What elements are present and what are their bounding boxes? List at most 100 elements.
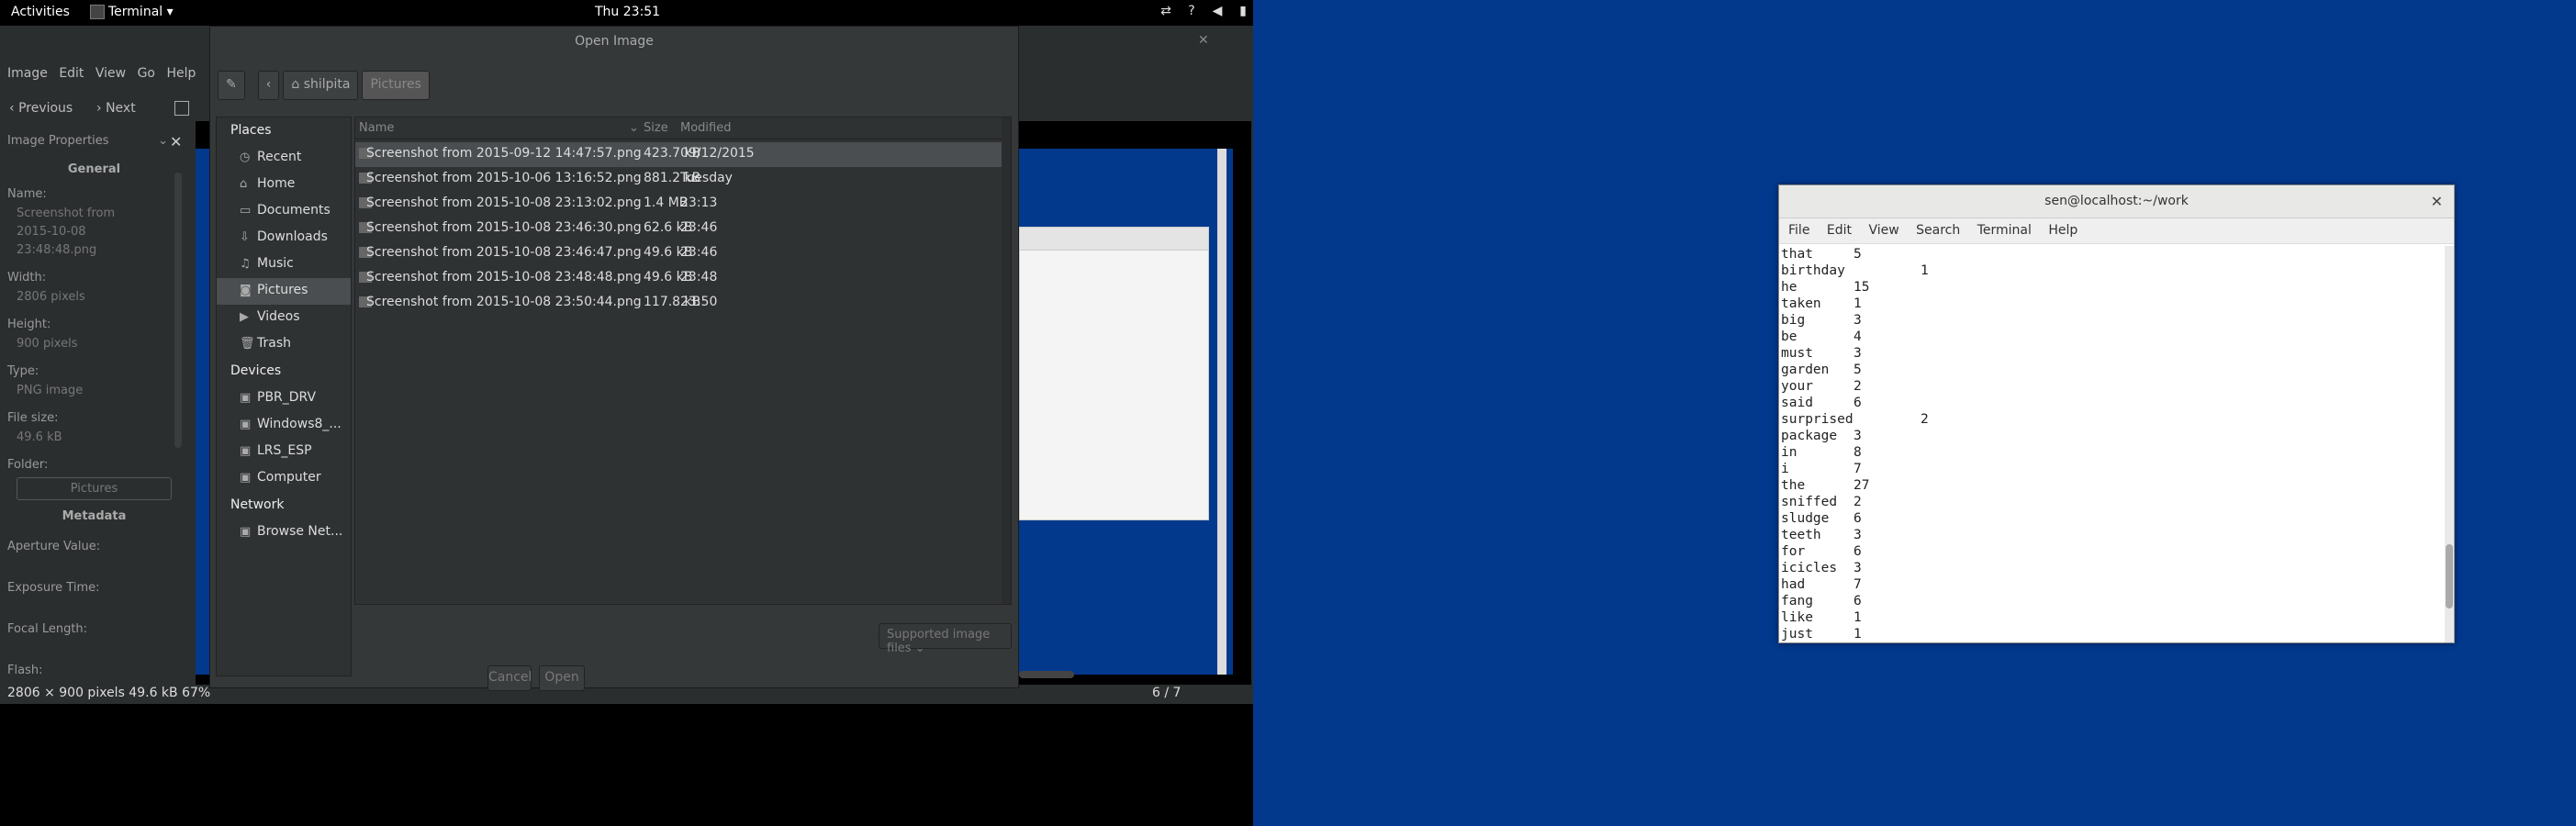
terminal-count: 1 xyxy=(1854,610,1862,625)
device-item[interactable]: ▣ Computer xyxy=(217,465,351,492)
column-modified[interactable]: Modified xyxy=(680,121,731,135)
file-row[interactable]: Screenshot from 2015-10-08 23:50:44.png 1… xyxy=(355,291,1011,316)
menu-image[interactable]: Image xyxy=(7,62,48,81)
terminal-menu-help[interactable]: Help xyxy=(2048,218,2078,238)
file-row[interactable]: Screenshot from 2015-09-12 14:47:57.png 4… xyxy=(355,142,1011,167)
file-list-scrollbar[interactable] xyxy=(1002,117,1011,604)
close-icon[interactable]: ✕ xyxy=(2431,193,2443,210)
menu-go[interactable]: Go xyxy=(138,62,155,81)
file-row[interactable]: Screenshot from 2015-10-08 23:46:47.png 4… xyxy=(355,241,1011,266)
file-row[interactable]: Screenshot from 2015-10-08 23:46:30.png 6… xyxy=(355,217,1011,241)
canvas-scrollbar[interactable] xyxy=(1217,149,1226,675)
device-item[interactable]: ▣ Windows8_... xyxy=(217,412,351,439)
top-bar: Activities Terminal ▾ Thu 23:51 ⇄ ? ◀ ▮ … xyxy=(0,0,1272,26)
device-label: Windows8_... xyxy=(257,417,342,431)
terminal-count: 2 xyxy=(1854,495,1862,509)
place-pictures[interactable]: ◙ Pictures xyxy=(217,278,351,305)
desktop-black-area xyxy=(0,704,1253,826)
terminal-menu-terminal[interactable]: Terminal xyxy=(1977,218,2032,238)
file-name: Screenshot from 2015-10-08 23:13:02.png xyxy=(366,195,642,210)
terminal-scrollbar[interactable] xyxy=(2445,246,2454,642)
terminal-count: 1 xyxy=(1854,627,1862,642)
terminal-menu-view[interactable]: View xyxy=(1868,218,1898,238)
terminal-count: 3 xyxy=(1854,528,1862,542)
sidebar-scrollbar[interactable] xyxy=(174,173,182,448)
place-trash[interactable]: 🗑 Trash xyxy=(217,331,351,358)
place-label: Home xyxy=(257,176,296,191)
close-icon[interactable]: ✕ xyxy=(170,133,182,151)
terminal-count: 15 xyxy=(1854,280,1870,295)
terminal-line: taken 1 xyxy=(1779,296,2447,312)
column-size[interactable]: Size xyxy=(644,121,668,135)
device-item[interactable]: ▣ PBR_DRV xyxy=(217,385,351,412)
terminal-word: in xyxy=(1781,445,1798,460)
terminal-word: must xyxy=(1781,346,1813,361)
place-documents[interactable]: ▭ Documents xyxy=(217,198,351,225)
terminal-menu-search[interactable]: Search xyxy=(1916,218,1960,238)
terminal-word: sludge xyxy=(1781,511,1830,526)
terminal-titlebar[interactable]: sen@localhost:~/work ✕ xyxy=(1779,185,2454,218)
terminal-output[interactable]: that 5 birthday 1 he 15 taken 1 big 3 be 4 must 3 gard… xyxy=(1779,246,2447,642)
terminal-word: the xyxy=(1781,478,1806,493)
activities-button[interactable]: Activities xyxy=(11,5,70,19)
open-button[interactable]: Open xyxy=(539,665,585,691)
path-back-button[interactable]: ‹ xyxy=(257,71,280,100)
open-image-dialog: Open Image ✎ ‹ ⌂ shilpita Pictures Place… xyxy=(209,26,1019,691)
file-row[interactable]: Screenshot from 2015-10-08 23:13:02.png 1… xyxy=(355,192,1011,217)
chevron-left-icon: ‹ xyxy=(265,77,272,92)
menu-edit[interactable]: Edit xyxy=(59,62,84,81)
file-modified: 09/12/2015 xyxy=(680,146,755,161)
terminal-menu-edit[interactable]: Edit xyxy=(1827,218,1852,238)
path-pictures-button[interactable]: Pictures xyxy=(362,71,430,100)
file-modified: 23:13 xyxy=(680,195,718,210)
gallery-icon[interactable] xyxy=(174,101,189,116)
terminal-count: 8 xyxy=(1854,445,1862,460)
place-downloads[interactable]: ⇩ Downloads xyxy=(217,225,351,251)
file-rows: Screenshot from 2015-09-12 14:47:57.png 4… xyxy=(355,142,1011,316)
next-button[interactable]: › Next xyxy=(96,101,136,116)
browse-network-item[interactable]: ▣ Browse Net... xyxy=(217,519,351,546)
terminal-scrollbar-thumb[interactable] xyxy=(2446,544,2453,608)
terminal-word: taken xyxy=(1781,296,1821,311)
place-recent[interactable]: ◷ Recent xyxy=(217,145,351,172)
file-type-filter[interactable]: Supported image files ⌄ xyxy=(879,623,1012,655)
folder-button[interactable]: Pictures xyxy=(17,477,172,500)
name-value: Screenshot from 2015-10-08 23:48:48.png xyxy=(17,206,116,257)
previous-button[interactable]: ‹ Previous xyxy=(9,101,73,116)
terminal-line: surprised 2 xyxy=(1779,411,2447,428)
image-info: 2806 × 900 pixels 49.6 kB 67% xyxy=(7,686,211,700)
device-item[interactable]: ▣ LRS_ESP xyxy=(217,439,351,465)
clock[interactable]: Thu 23:51 xyxy=(595,5,660,19)
width-value: 2806 pixels xyxy=(17,290,85,304)
sidebar-header-label: Image Properties xyxy=(7,134,109,148)
menu-view[interactable]: View xyxy=(95,62,126,81)
path-home-label: shilpita xyxy=(303,77,351,92)
file-row[interactable]: Screenshot from 2015-10-06 13:16:52.png 8… xyxy=(355,167,1011,192)
edit-location-button[interactable]: ✎ xyxy=(218,71,245,100)
file-row[interactable]: Screenshot from 2015-10-08 23:48:48.png 4… xyxy=(355,266,1011,291)
device-label: Computer xyxy=(257,470,321,485)
terminal-count: 27 xyxy=(1854,478,1870,493)
app-menu[interactable]: Terminal ▾ xyxy=(90,5,174,19)
column-name[interactable]: Name xyxy=(359,121,394,135)
terminal-menu-file[interactable]: File xyxy=(1788,218,1809,238)
terminal-line: must 3 xyxy=(1779,345,2447,362)
terminal-line: sludge 6 xyxy=(1779,510,2447,527)
sidebar-header[interactable]: Image Properties ⌄ xyxy=(0,128,188,153)
place-home[interactable]: ⌂ Home xyxy=(217,172,351,198)
battery-icon: ▮ xyxy=(1239,4,1247,18)
place-label: Music xyxy=(257,256,294,271)
image-position: 6 / 7 xyxy=(1152,686,1182,700)
place-music[interactable]: ♫ Music xyxy=(217,251,351,278)
cancel-button[interactable]: Cancel xyxy=(487,665,532,691)
place-videos[interactable]: ▶ Videos xyxy=(217,305,351,331)
dialog-title: Open Image xyxy=(575,34,654,49)
path-bar: ✎ ‹ ⌂ shilpita Pictures xyxy=(218,71,430,100)
places-sidebar: Places ◷ Recent ⌂ Home ▭ Documents ⇩ Downloa… xyxy=(216,117,352,676)
menu-help[interactable]: Help xyxy=(166,62,196,81)
canvas-horizontal-scrollbar[interactable] xyxy=(1019,671,1074,678)
path-home-button[interactable]: ⌂ shilpita xyxy=(283,71,359,100)
terminal-count: 1 xyxy=(1921,263,1929,278)
terminal-word: big xyxy=(1781,313,1806,328)
close-icon[interactable]: ✕ xyxy=(1198,33,1209,48)
